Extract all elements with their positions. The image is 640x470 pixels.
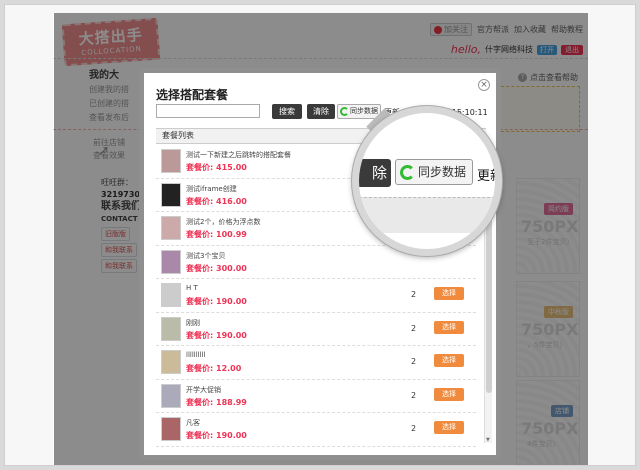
price-label: 套餐价:: [186, 196, 214, 206]
dialog-title: 选择搭配套餐: [156, 88, 229, 102]
package-thumbnail: [161, 182, 181, 207]
price-value: 300.00: [216, 263, 247, 273]
select-button[interactable]: 选择: [434, 287, 464, 300]
price-label: 套餐价:: [186, 397, 214, 407]
price-value: 188.99: [216, 397, 247, 407]
price-label: 套餐价:: [186, 431, 214, 440]
package-row[interactable]: llllllllll 套餐价: 12.00 2 选择: [156, 346, 476, 380]
price-value: 416.00: [216, 196, 247, 206]
zoomed-clear-button: 除: [359, 159, 391, 187]
package-count: 2: [411, 357, 417, 366]
package-count: 2: [411, 290, 417, 299]
package-row[interactable]: 开学大促销套餐价: 188.99 2 选择: [156, 380, 476, 413]
package-thumbnail: [161, 350, 181, 374]
price-label: 套餐价:: [186, 263, 214, 273]
price-label: 套餐价:: [186, 364, 214, 373]
package-price: 套餐价: 188.99: [186, 397, 247, 408]
package-row[interactable]: H T 套餐价: 190.00 2 选择: [156, 279, 476, 313]
package-thumbnail: [161, 283, 181, 307]
package-name: 测试一下新建之后跳转的搭配套餐: [186, 151, 291, 159]
price-label: 套餐价:: [186, 230, 214, 239]
package-name: llllllllll: [186, 351, 206, 359]
package-price: 套餐价: 300.00: [186, 263, 247, 274]
package-count: 2: [411, 390, 417, 400]
select-button[interactable]: 选择: [434, 387, 464, 401]
magnifier-callout: 除 同步数据 更新:2: [352, 106, 502, 256]
package-price: 套餐价: 415.00: [186, 162, 247, 173]
package-name: 测试iframe创建: [186, 184, 237, 193]
package-thumbnail: [161, 417, 181, 441]
package-row[interactable]: 凡客套餐价: 190.00 2 选择: [156, 413, 476, 447]
package-price: 套餐价: 100.99: [186, 229, 247, 240]
package-price: 套餐价: 416.00: [186, 196, 247, 207]
package-row[interactable]: 刚刚套餐价: 190.00 2 选择: [156, 313, 476, 346]
price-value: 190.00: [216, 297, 247, 306]
price-label: 套餐价:: [186, 163, 214, 172]
package-name: H T: [186, 284, 198, 292]
price-value: 100.99: [216, 230, 247, 239]
sync-data-label: 同步数据: [350, 107, 378, 115]
price-value: 415.00: [216, 163, 247, 172]
select-button[interactable]: 选择: [434, 354, 464, 367]
package-thumbnail: [161, 149, 181, 173]
package-name: 测试2个，价格为浮点数: [186, 218, 261, 226]
package-count: 2: [411, 424, 417, 433]
price-value: 12.00: [216, 364, 242, 373]
package-thumbnail: [161, 383, 181, 408]
package-name: 刚刚: [186, 318, 200, 327]
price-label: 套餐价:: [186, 330, 214, 340]
zoomed-sync-button: 同步数据: [395, 159, 473, 185]
price-value: 190.00: [216, 330, 247, 340]
search-input[interactable]: [156, 104, 260, 118]
refresh-icon: [340, 107, 349, 116]
package-price: 套餐价: 12.00: [186, 363, 241, 374]
package-name: 开学大促销: [186, 385, 221, 394]
package-thumbnail: [161, 216, 181, 240]
search-button[interactable]: 搜索: [272, 104, 302, 119]
package-price: 套餐价: 190.00: [186, 330, 247, 341]
package-name: 凡客: [186, 419, 200, 427]
scroll-down-icon[interactable]: ▼: [486, 437, 490, 443]
zoomed-refresh-icon: [400, 165, 415, 180]
zoomed-update-text: 更新:2: [477, 169, 502, 184]
zoomed-sync-label: 同步数据: [417, 165, 466, 179]
package-count: 2: [411, 323, 417, 333]
package-name: 测试3个宝贝: [186, 251, 226, 260]
package-thumbnail: [161, 249, 181, 274]
package-price: 套餐价: 190.00: [186, 296, 247, 307]
select-button[interactable]: 选择: [434, 320, 464, 334]
close-icon[interactable]: ×: [478, 79, 490, 91]
zoomed-band: [359, 197, 495, 233]
package-price: 套餐价: 190.00: [186, 430, 247, 441]
select-button[interactable]: 选择: [434, 421, 464, 434]
package-thumbnail: [161, 316, 181, 341]
price-value: 190.00: [216, 431, 247, 440]
clear-button[interactable]: 清除: [307, 104, 335, 119]
price-label: 套餐价:: [186, 297, 214, 306]
